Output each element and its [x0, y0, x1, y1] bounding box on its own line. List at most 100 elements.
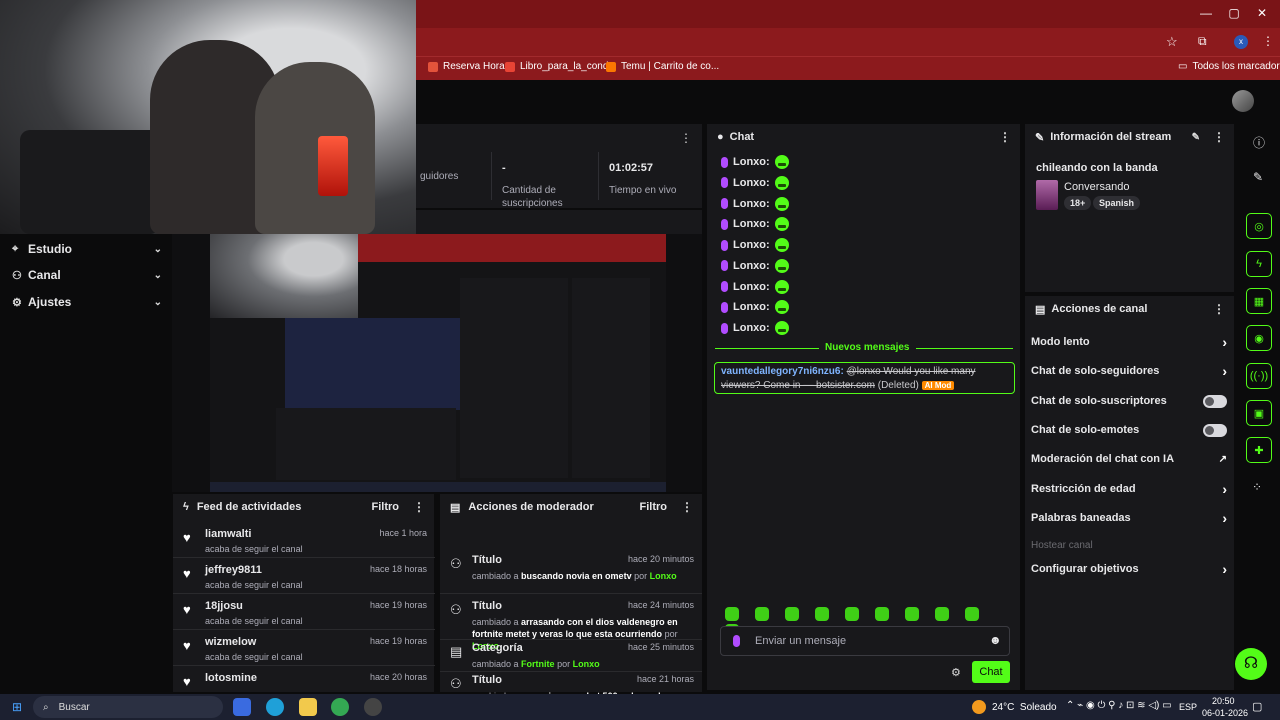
feed-username[interactable]: liamwalti: [205, 528, 251, 540]
maximize-button[interactable]: ▢: [1224, 6, 1244, 20]
channel-action-item[interactable]: Configurar objetivos ›: [1031, 558, 1227, 580]
feed-item[interactable]: ♥ 18jjosu acaba de seguir el canal hace 19 …: [173, 596, 435, 630]
sidebar-item-estudio[interactable]: ⌖ Estudio ⌄: [12, 239, 162, 259]
sidebar-item-canal[interactable]: ⚇ Canal ⌄: [12, 265, 162, 285]
lightning-icon[interactable]: ϟ: [1246, 251, 1272, 277]
emote-icon[interactable]: [845, 607, 859, 621]
edge-icon[interactable]: [266, 698, 284, 716]
star-icon[interactable]: ☆: [1166, 34, 1178, 50]
document-icon[interactable]: ▦: [1246, 288, 1272, 314]
chat-username[interactable]: Lonxo:: [733, 156, 770, 168]
edit-icon[interactable]: ✎: [1192, 132, 1200, 143]
feed-username[interactable]: jeffrey9811: [205, 564, 262, 576]
kebab-menu-icon[interactable]: ⋮: [413, 500, 425, 514]
channel-action-item[interactable]: Chat de solo-suscriptores: [1031, 390, 1227, 412]
bookmark-libro[interactable]: Libro_para_la_cond...: [505, 61, 617, 72]
kebab-menu-icon[interactable]: ⋮: [999, 130, 1011, 144]
mod-action-item[interactable]: ▤ Categoría hace 25 minutos cambiado a Fort…: [440, 638, 702, 672]
emote-icon[interactable]: [755, 607, 769, 621]
feed-item[interactable]: ♥ wizmelow acaba de seguir el canal hace 19…: [173, 632, 435, 666]
emote-icon[interactable]: [815, 607, 829, 621]
chat-message[interactable]: Lonxo:: [721, 175, 789, 191]
chat-message[interactable]: Lonxo:: [721, 237, 789, 253]
mod-action-user[interactable]: Lonxo: [650, 571, 677, 581]
clock-date[interactable]: 06-01-2026: [1202, 708, 1248, 718]
obs-icon[interactable]: [364, 698, 382, 716]
all-bookmarks[interactable]: ▭ Todos los marcadores: [1178, 61, 1280, 72]
nodes-icon[interactable]: ⁘: [1252, 480, 1262, 494]
clock-time[interactable]: 20:50: [1212, 696, 1235, 706]
profile-avatar[interactable]: x: [1234, 35, 1248, 49]
broadcast-icon[interactable]: ((·)): [1246, 363, 1272, 389]
mod-action-item[interactable]: ⚇ Título hace 20 minutos cambiado a buscand…: [440, 550, 702, 594]
chat-username[interactable]: Lonxo:: [733, 322, 770, 334]
chat-username[interactable]: Lonxo:: [733, 260, 770, 272]
wrench-icon[interactable]: ✚: [1246, 437, 1272, 463]
feed-username[interactable]: 18jjosu: [205, 600, 243, 612]
extensions-icon[interactable]: ⧉: [1198, 34, 1207, 49]
filter-button[interactable]: Filtro: [640, 501, 668, 513]
channel-action-item[interactable]: Palabras baneadas ›: [1031, 507, 1227, 529]
send-chat-button[interactable]: Chat: [972, 661, 1010, 683]
support-button[interactable]: ☊: [1235, 648, 1267, 680]
chat-username[interactable]: Lonxo:: [733, 218, 770, 230]
emote-icon[interactable]: [875, 607, 889, 621]
tag-badge[interactable]: Spanish: [1093, 196, 1141, 210]
channel-action-item[interactable]: Chat de solo-seguidores ›: [1031, 360, 1227, 382]
filter-button[interactable]: Filtro: [372, 501, 400, 513]
emote-icon[interactable]: [785, 607, 799, 621]
language-indicator[interactable]: ESP: [1179, 702, 1197, 712]
sidebar-item-ajustes[interactable]: ⚙ Ajustes ⌄: [12, 292, 162, 312]
bookmark-reserva-horas[interactable]: Reserva Horas: [428, 61, 510, 72]
weather-label[interactable]: 24°C Soleado: [992, 702, 1057, 713]
chat-message[interactable]: Lonxo:: [721, 154, 789, 170]
chat-message[interactable]: Lonxo:: [721, 196, 789, 212]
browser-menu-icon[interactable]: ⋮: [1262, 34, 1274, 48]
copilot-icon[interactable]: [233, 698, 251, 716]
chat-message[interactable]: Lonxo:: [721, 216, 789, 232]
kebab-menu-icon[interactable]: ⋮: [680, 131, 692, 145]
emote-icon[interactable]: [935, 607, 949, 621]
tag-badge[interactable]: 18+: [1064, 196, 1092, 210]
kebab-menu-icon[interactable]: ⋮: [681, 500, 693, 514]
gear-icon[interactable]: ⚙: [951, 666, 961, 679]
emote-icon[interactable]: [965, 607, 979, 621]
emote-bar[interactable]: [725, 607, 1015, 638]
chat-username[interactable]: Lonxo:: [733, 301, 770, 313]
feed-item[interactable]: ♥ jeffrey9811 acaba de seguir el canal hace…: [173, 560, 435, 594]
emoji-icon[interactable]: ☻: [989, 633, 1002, 647]
chrome-icon[interactable]: [331, 698, 349, 716]
windows-start-icon[interactable]: ⊞: [12, 700, 22, 714]
target-icon[interactable]: ◎: [1246, 213, 1272, 239]
chat-username[interactable]: Lonxo:: [733, 198, 770, 210]
emote-icon[interactable]: [725, 607, 739, 621]
kebab-menu-icon[interactable]: ⋮: [1213, 130, 1225, 144]
toggle-switch[interactable]: [1203, 394, 1227, 408]
feed-username[interactable]: wizmelow: [205, 636, 256, 648]
notification-icon[interactable]: ▢: [1252, 700, 1262, 713]
mod-action-user[interactable]: Lonxo: [573, 659, 600, 669]
close-window-button[interactable]: ✕: [1252, 6, 1272, 20]
taskbar-search[interactable]: ⌕ Buscar: [33, 696, 223, 718]
info-icon[interactable]: ⓘ: [1253, 134, 1265, 151]
chat-username[interactable]: Lonxo:: [733, 177, 770, 189]
channel-action-item[interactable]: Modo lento ›: [1031, 331, 1227, 353]
chat-message[interactable]: Lonxo:: [721, 279, 789, 295]
deleted-chat-message[interactable]: vauntedallegory7ni6nzu6: @lonxo Would yo…: [714, 362, 1015, 394]
chat-message[interactable]: Lonxo:: [721, 320, 789, 336]
pencil-icon[interactable]: ✎: [1253, 170, 1263, 184]
chat-input[interactable]: Enviar un mensaje ☻: [720, 626, 1010, 656]
feed-item[interactable]: ♥ liamwalti acaba de seguir el canal hace 1…: [173, 524, 435, 558]
chat-username[interactable]: Lonxo:: [733, 281, 770, 293]
channel-action-item[interactable]: Restricción de edad ›: [1031, 478, 1227, 500]
chat-message[interactable]: Lonxo:: [721, 299, 789, 315]
feed-username[interactable]: lotosmine: [205, 672, 257, 684]
avatar[interactable]: [1232, 90, 1254, 112]
minimize-button[interactable]: —: [1196, 6, 1216, 20]
channel-action-item[interactable]: Moderación del chat con IA ↗: [1031, 448, 1227, 470]
channel-action-item[interactable]: Chat de solo-emotes: [1031, 419, 1227, 441]
chat-bubble-icon[interactable]: ◉: [1246, 325, 1272, 351]
chat-message[interactable]: Lonxo:: [721, 258, 789, 274]
chat-username[interactable]: Lonxo:: [733, 239, 770, 251]
toggle-switch[interactable]: [1203, 423, 1227, 437]
